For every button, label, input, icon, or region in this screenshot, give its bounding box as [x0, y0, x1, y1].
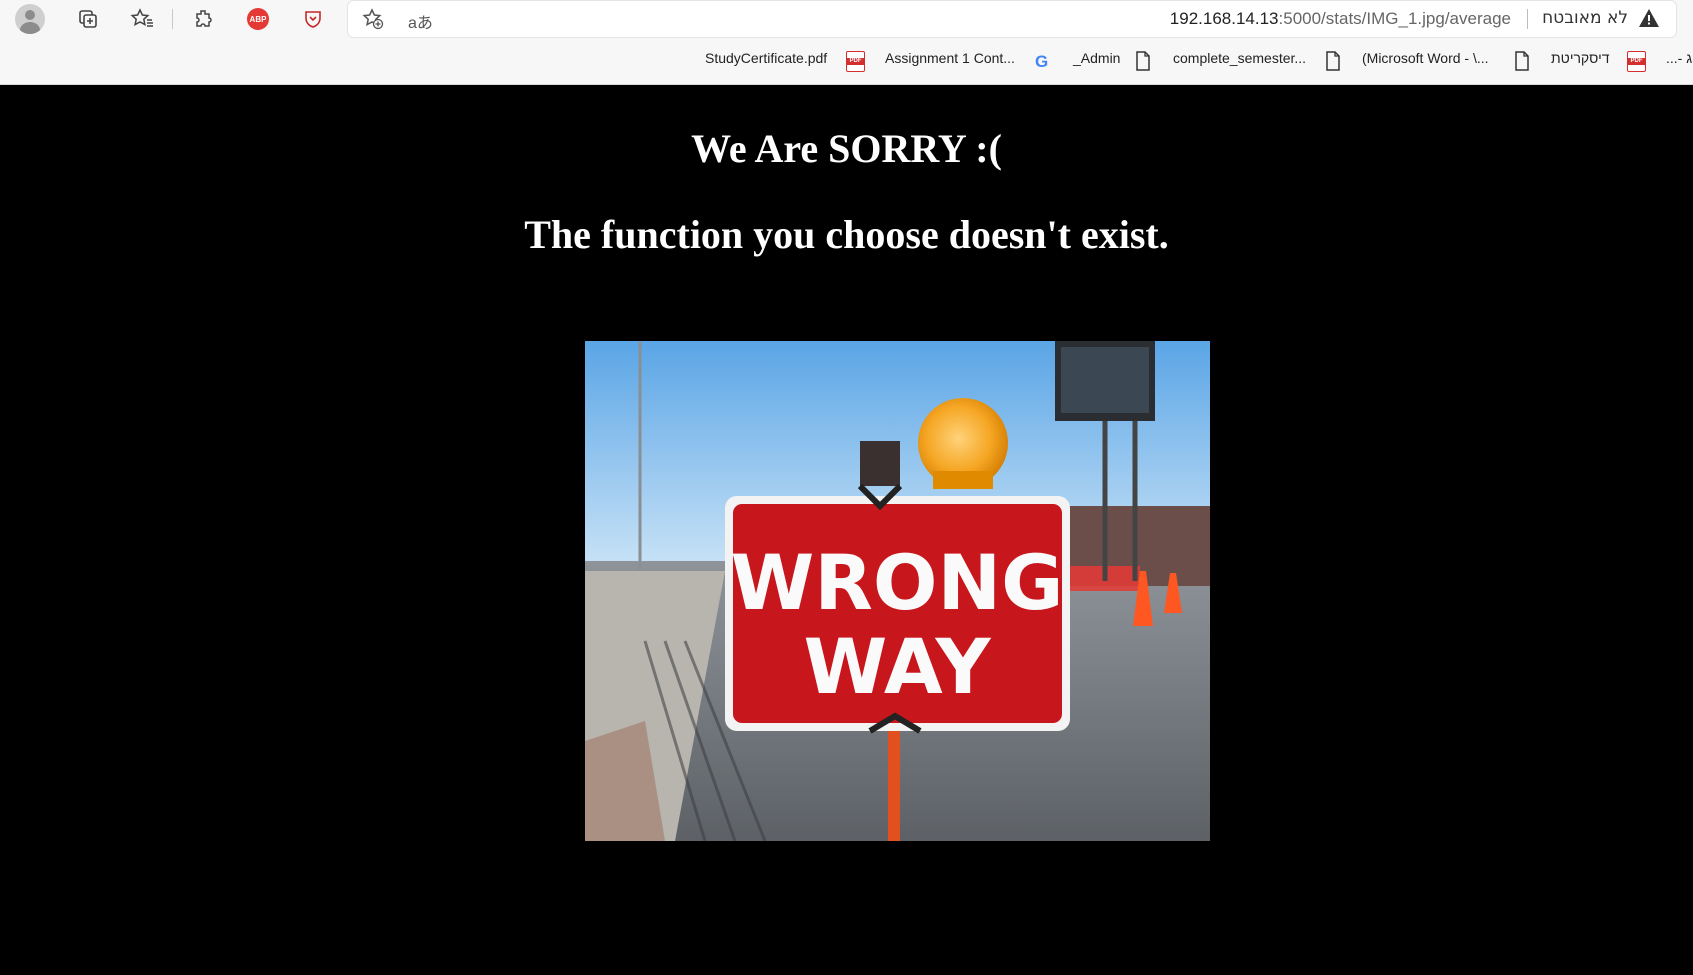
- toolbar-divider: [172, 9, 173, 29]
- address-bar[interactable]: aあ 192.168.14.13:5000/stats/IMG_1.jpg/av…: [348, 1, 1676, 37]
- warning-icon[interactable]: [1638, 8, 1660, 28]
- security-status-label[interactable]: לא מאובטח: [1542, 8, 1628, 28]
- google-icon: G: [1035, 52, 1049, 71]
- error-message: The function you choose doesn't exist.: [524, 212, 1169, 257]
- page-content: We Are SORRY :( The function you choose …: [0, 85, 1693, 975]
- adblock-plus-icon[interactable]: ABP: [247, 8, 269, 30]
- shield-extension-icon[interactable]: [298, 4, 328, 34]
- page-title: We Are SORRY :(: [691, 126, 1002, 171]
- bookmark-microsoft-word[interactable]: (Microsoft Word - \...: [1362, 50, 1489, 66]
- wrong-way-image: WRONG WAY: [585, 341, 1210, 841]
- bookmark-hebrew-pdf[interactable]: דיסקריטת: [1551, 50, 1609, 66]
- file-icon: [1136, 51, 1150, 71]
- url-path: :5000/stats/IMG_1.jpg/average: [1278, 9, 1511, 28]
- file-icon: [1326, 51, 1340, 71]
- pdf-icon: PDF: [846, 51, 865, 72]
- bookmarks-bar: StudyCertificate.pdf PDF Assignment 1 Co…: [0, 46, 1693, 76]
- url-divider: [1527, 9, 1528, 29]
- browser-chrome: ABP aあ 192.168.14.13:5000/stats/IMG_1.jp…: [0, 0, 1693, 85]
- browser-toolbar: ABP aあ 192.168.14.13:5000/stats/IMG_1.jp…: [0, 0, 1693, 40]
- url-text[interactable]: 192.168.14.13:5000/stats/IMG_1.jpg/avera…: [1170, 9, 1511, 29]
- pdf-icon: PDF: [1627, 51, 1646, 72]
- bookmark-assignment-1[interactable]: Assignment 1 Cont...: [885, 50, 1015, 66]
- extensions-icon[interactable]: [189, 4, 219, 34]
- file-icon: [1515, 51, 1529, 71]
- bookmark-study-certificate[interactable]: StudyCertificate.pdf: [705, 50, 827, 66]
- sign-line-way: WAY: [804, 622, 992, 711]
- translate-icon[interactable]: aあ: [408, 9, 433, 33]
- profile-avatar-icon[interactable]: [15, 4, 45, 34]
- bookmark-admin[interactable]: _Admin: [1073, 50, 1120, 66]
- favorites-icon[interactable]: [127, 4, 157, 34]
- add-favorite-icon[interactable]: [358, 4, 388, 34]
- bookmark-overflow[interactable]: ...- ג: [1666, 50, 1692, 66]
- url-host: 192.168.14.13: [1169, 9, 1279, 28]
- collections-icon[interactable]: [73, 4, 103, 34]
- bookmark-complete-semester[interactable]: complete_semester...: [1173, 50, 1306, 66]
- sign-line-wrong: WRONG: [731, 538, 1064, 627]
